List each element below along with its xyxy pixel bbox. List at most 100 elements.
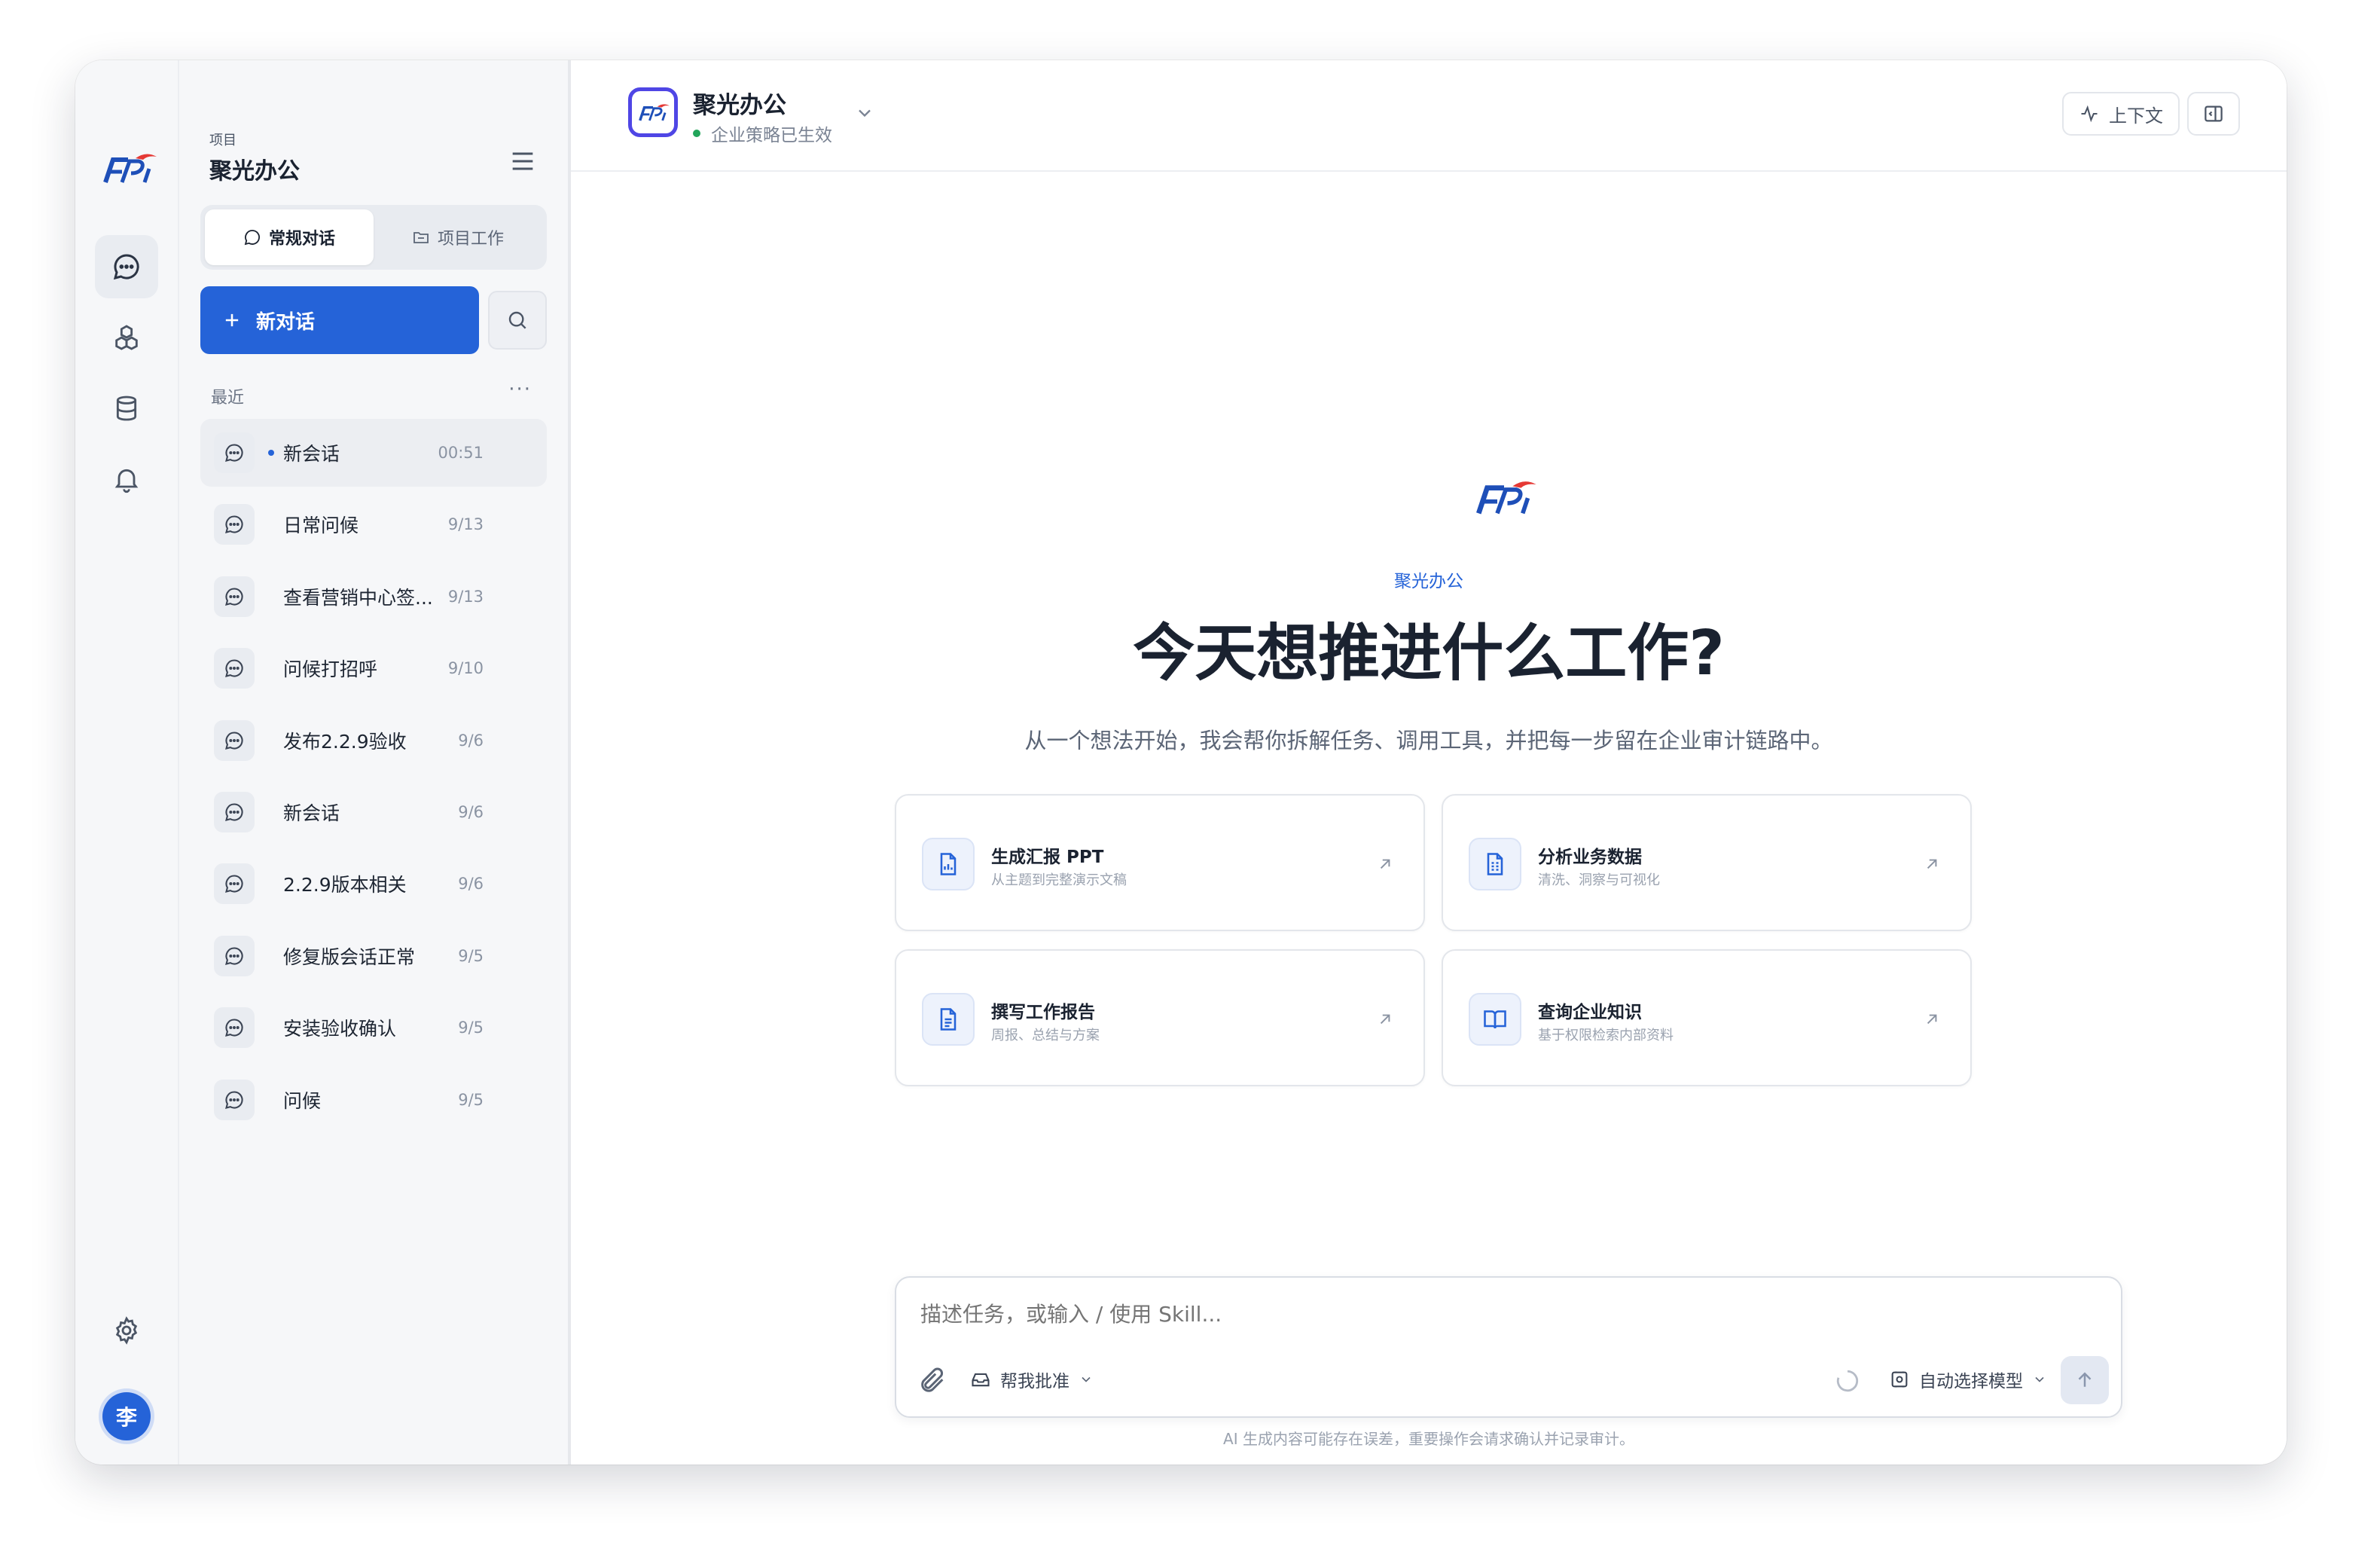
message-composer: 帮我批准 自动选择模型 <box>895 1276 2122 1418</box>
status-dot <box>693 130 700 137</box>
chat-bubble-icon <box>244 230 260 246</box>
conversation-item[interactable]: 2.2.9版本相关 9/6 <box>200 850 547 918</box>
conversation-item[interactable]: 新会话 00:51 <box>200 419 547 487</box>
chevron-down-icon <box>1082 1376 1091 1382</box>
activity-icon <box>2081 105 2098 123</box>
conversation-time: 9/5 <box>458 946 484 965</box>
database-icon <box>116 396 137 421</box>
new-chat-button[interactable]: 新对话 <box>200 286 479 354</box>
user-avatar[interactable]: 李 <box>102 1392 151 1440</box>
new-chat-label: 新对话 <box>256 310 316 334</box>
app-title[interactable]: 聚光办公 <box>693 86 786 120</box>
inbox-icon <box>972 1373 990 1387</box>
model-select-label: 自动选择模型 <box>1919 1372 2023 1391</box>
policy-status: 企业策略已生效 <box>693 121 832 146</box>
paperclip-icon[interactable] <box>917 1365 947 1395</box>
sidebar-panel-icon <box>2205 105 2223 122</box>
card-subtitle: 周报、总结与方案 <box>991 1028 1100 1043</box>
context-button[interactable]: 上下文 <box>2062 92 2180 136</box>
message-input[interactable] <box>920 1302 1975 1327</box>
chat-bubble-icon <box>214 935 255 976</box>
bell-icon <box>114 469 139 493</box>
conversation-item[interactable]: 新会话 9/6 <box>200 778 547 846</box>
conversation-time: 9/5 <box>458 1019 484 1037</box>
send-button[interactable] <box>2061 1356 2109 1404</box>
suggestion-card-knowledge[interactable]: 查询企业知识 基于权限检索内部资料 <box>1442 949 1972 1086</box>
conversation-title: 新会话 <box>283 802 340 824</box>
conversation-time: 00:51 <box>438 444 484 462</box>
cubes-icon <box>115 325 138 350</box>
card-title: 分析业务数据 <box>1538 848 1642 867</box>
conversation-item[interactable]: 安装验收确认 9/5 <box>200 994 547 1061</box>
arrow-up-right-icon <box>1380 1014 1390 1025</box>
tab-project-work-label: 项目工作 <box>437 230 504 249</box>
rail-modules-button[interactable] <box>95 306 158 369</box>
conversation-time: 9/6 <box>458 875 484 893</box>
conversation-time: 9/5 <box>458 1090 484 1109</box>
tab-project-work[interactable]: 项目工作 <box>374 209 542 265</box>
conversation-time: 9/6 <box>458 802 484 821</box>
recent-more-button[interactable]: ··· <box>508 378 532 401</box>
chat-bubble-icon <box>214 432 255 473</box>
arrow-up-icon <box>2078 1372 2092 1387</box>
menu-icon[interactable] <box>508 146 538 176</box>
arrow-up-right-icon <box>1927 859 1937 869</box>
top-bar: 聚光办公 企业策略已生效 上下文 <box>571 60 2287 172</box>
card-subtitle: 从主题到完整演示文稿 <box>991 872 1127 888</box>
tab-chat-label: 常规对话 <box>268 230 335 249</box>
rail-database-button[interactable] <box>95 377 158 440</box>
ai-disclaimer: AI 生成内容可能存在误差，重要操作会请求确认并记录审计。 <box>1223 1430 1634 1448</box>
conversation-item[interactable]: 查看营销中心签... 9/13 <box>200 563 547 631</box>
card-title: 查询企业知识 <box>1538 1003 1642 1022</box>
conversation-item[interactable]: 问候打招呼 9/10 <box>200 634 547 702</box>
tab-chat[interactable]: 常规对话 <box>205 209 374 265</box>
conversation-time: 9/13 <box>447 515 484 534</box>
rail-settings-button[interactable] <box>95 1299 158 1362</box>
suggestion-card-report[interactable]: 撰写工作报告 周报、总结与方案 <box>895 949 1425 1086</box>
conversation-item[interactable]: 日常问候 9/13 <box>200 490 547 558</box>
context-label: 上下文 <box>2109 105 2163 127</box>
project-label: 项目 <box>209 133 236 148</box>
app-logo <box>628 87 678 137</box>
data-sheet-icon <box>1469 838 1521 890</box>
book-icon <box>1469 993 1521 1046</box>
suggestion-card-ppt[interactable]: 生成汇报 PPT 从主题到完整演示文稿 <box>895 794 1425 931</box>
conversation-title: 发布2.2.9验收 <box>283 730 407 753</box>
conversation-item[interactable]: 发布2.2.9验收 9/6 <box>200 707 547 774</box>
chat-bubble-icon <box>214 863 255 905</box>
document-icon <box>922 993 975 1046</box>
mode-switch: 常规对话 项目工作 <box>200 205 547 270</box>
chat-bubble-icon <box>214 1007 255 1049</box>
conversation-title: 问候打招呼 <box>283 658 378 681</box>
search-icon <box>508 311 526 329</box>
chevron-down-icon[interactable] <box>854 102 875 124</box>
model-chip-icon <box>1891 1371 1908 1388</box>
card-subtitle: 清洗、洞察与可视化 <box>1538 872 1660 888</box>
approval-mode-dropdown[interactable]: 帮我批准 <box>970 1367 1094 1392</box>
app-window: 李 项目 聚光办公 常规对话 项目工作 新对话 最近 ··· 新会话 00:51… <box>75 60 2287 1465</box>
chat-bubble-icon <box>214 791 255 832</box>
rail-notifications-button[interactable] <box>95 447 158 511</box>
conversation-title: 2.2.9版本相关 <box>283 874 407 897</box>
conversation-title: 问候 <box>283 1089 322 1112</box>
toggle-panel-button[interactable] <box>2187 92 2240 136</box>
policy-status-text: 企业策略已生效 <box>711 126 832 145</box>
chat-bubble-icon <box>214 648 255 689</box>
plus-icon <box>225 313 239 327</box>
project-name: 聚光办公 <box>209 158 300 185</box>
conversation-item[interactable]: 问候 9/5 <box>200 1066 547 1134</box>
arrow-up-right-icon <box>1927 1014 1937 1025</box>
search-button[interactable] <box>488 291 547 350</box>
conversation-time: 9/6 <box>458 731 484 750</box>
gear-icon <box>115 1316 138 1345</box>
model-select-dropdown[interactable]: 自动选择模型 <box>1889 1367 2047 1392</box>
suggestion-card-data[interactable]: 分析业务数据 清洗、洞察与可视化 <box>1442 794 1972 931</box>
conversation-title: 修复版会话正常 <box>283 945 416 968</box>
chat-bubble-icon <box>113 254 139 280</box>
chat-bubble-icon <box>214 719 255 761</box>
rail-chat-button[interactable] <box>95 235 158 298</box>
chat-bubble-icon <box>214 1079 255 1120</box>
fpi-logo-icon <box>1476 481 1536 515</box>
conversation-item[interactable]: 修复版会话正常 9/5 <box>200 922 547 990</box>
presentation-chart-icon <box>922 838 975 890</box>
